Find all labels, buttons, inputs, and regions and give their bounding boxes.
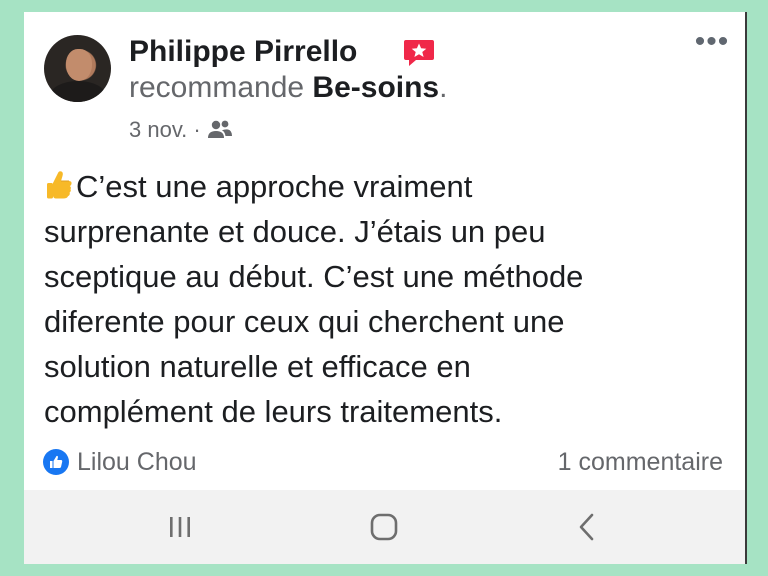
like-icon bbox=[43, 449, 69, 475]
more-options-button[interactable]: ••• bbox=[692, 27, 732, 57]
author-avatar[interactable] bbox=[44, 35, 111, 102]
comments-count-link[interactable]: 1 commentaire bbox=[558, 446, 723, 478]
recommendation-line: recommande Be-soins. bbox=[129, 68, 447, 108]
reactions-summary[interactable]: Lilou Chou bbox=[43, 446, 197, 478]
post-body-line: C’est une approche vraiment bbox=[44, 164, 724, 209]
home-icon[interactable] bbox=[364, 508, 404, 546]
post-date[interactable]: 3 nov. bbox=[129, 115, 187, 145]
reactor-name: Lilou Chou bbox=[77, 448, 197, 476]
thumbs-up-emoji bbox=[47, 171, 72, 199]
post-card: Philippe Pirrello recommande Be-soins. 3… bbox=[24, 12, 747, 564]
back-icon[interactable] bbox=[567, 508, 607, 546]
android-navigation-bar bbox=[24, 490, 745, 564]
post-body: C’est une approche vraiment surprenante … bbox=[44, 164, 724, 434]
page-name-suffix: . bbox=[439, 71, 448, 104]
post-body-line: surprenante et douce. J’étais un peu bbox=[44, 214, 546, 249]
recommend-verb: recommande bbox=[129, 71, 305, 104]
meta-separator: · bbox=[193, 117, 201, 142]
recommendation-star-icon bbox=[404, 40, 434, 66]
page-name-link[interactable]: Be-soins bbox=[312, 71, 439, 104]
post-body-line: diferente pour ceux qui cherchent une bbox=[44, 304, 565, 339]
recent-apps-icon[interactable] bbox=[160, 508, 200, 546]
post-meta: 3 nov. · bbox=[129, 115, 233, 145]
post-body-line: solution naturelle et efficace en bbox=[44, 349, 471, 384]
author-name[interactable]: Philippe Pirrello bbox=[129, 32, 357, 72]
post-body-line: complément de leurs traitements. bbox=[44, 394, 503, 429]
friends-icon bbox=[207, 120, 232, 138]
post-body-line: sceptique au début. C’est une méthode bbox=[44, 259, 584, 294]
